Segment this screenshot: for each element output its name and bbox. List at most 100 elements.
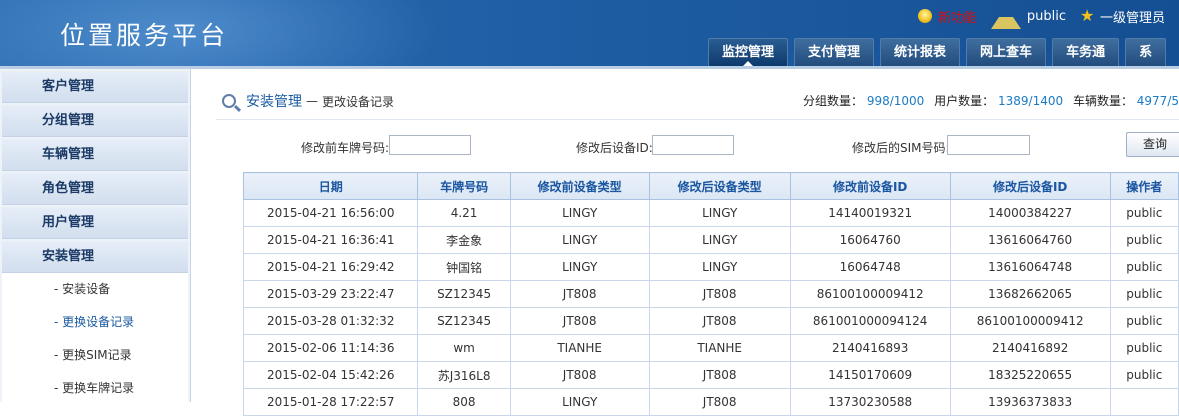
- main-nav-tabs: 监控管理 支付管理 统计报表 网上查车 车务通 系: [708, 38, 1172, 66]
- cell-plate: wm: [417, 334, 511, 362]
- query-button[interactable]: 查询: [1126, 132, 1179, 157]
- cell-id-after: 2140416892: [949, 334, 1111, 362]
- cell-date: 2015-03-28 01:32:32: [242, 307, 419, 335]
- cell-date: 2015-01-28 17:22:57: [242, 388, 419, 416]
- column-header-operator[interactable]: 操作者: [1109, 172, 1179, 200]
- new-feature-link[interactable]: 新功能: [917, 7, 977, 26]
- username: public: [1026, 8, 1066, 24]
- lightbulb-icon: [917, 9, 932, 23]
- table-row: 2015-02-06 11:14:36 wm TIANHE TIANHE 214…: [242, 334, 1179, 362]
- cell-id-after: 86100100009412: [949, 307, 1111, 335]
- new-feature-label: 新功能: [937, 10, 977, 26]
- group-count-label: 分组数量：: [802, 94, 863, 108]
- tab-vehicle-service[interactable]: 车务通: [1052, 38, 1120, 66]
- tab-reports[interactable]: 统计报表: [880, 38, 961, 66]
- table-row: 2015-04-21 16:29:42 钟国铭 LINGY LINGY 1606…: [242, 253, 1179, 281]
- cell-operator: [1109, 388, 1179, 416]
- cell-date: 2015-03-29 23:22:47: [242, 280, 419, 308]
- cell-id-after: 14000384227: [949, 199, 1111, 227]
- cell-operator: public: [1109, 199, 1179, 227]
- cell-plate: 苏J316L8: [417, 361, 511, 389]
- sidebar-item-roles[interactable]: 角色管理: [2, 173, 188, 205]
- sidebar-item-vehicles[interactable]: 车辆管理: [2, 139, 188, 171]
- plate-before-input[interactable]: [389, 135, 471, 155]
- sidebar-item-customers[interactable]: 客户管理: [2, 71, 188, 103]
- cell-type-before: LINGY: [509, 253, 650, 281]
- column-header-id-before[interactable]: 修改前设备ID: [789, 172, 951, 200]
- column-header-date[interactable]: 日期: [242, 172, 419, 200]
- table-row: 2015-04-21 16:56:00 4.21 LINGY LINGY 141…: [242, 199, 1179, 227]
- column-header-type-before[interactable]: 修改前设备类型: [509, 172, 650, 200]
- cell-operator: public: [1109, 253, 1179, 281]
- breadcrumb-separator: —: [306, 94, 318, 108]
- breadcrumb: 安装管理 — 更改设备记录: [216, 90, 394, 112]
- cell-type-before: JT808: [509, 280, 650, 308]
- device-change-table: 日期 车牌号码 修改前设备类型 修改后设备类型 修改前设备ID 修改后设备ID …: [242, 172, 1179, 416]
- device-after-label: 修改后设备ID:: [576, 141, 653, 155]
- table-header-row: 日期 车牌号码 修改前设备类型 修改后设备类型 修改前设备ID 修改后设备ID …: [242, 172, 1179, 200]
- vehicle-count-value: 4977/5: [1136, 94, 1179, 108]
- cell-type-before: LINGY: [509, 388, 650, 416]
- user-count-label: 用户数量：: [934, 94, 995, 108]
- sidebar-subitem-device-change-log[interactable]: - 更换设备记录: [2, 306, 188, 339]
- breadcrumb-section[interactable]: 安装管理: [246, 91, 302, 111]
- cell-plate: SZ12345: [417, 307, 511, 335]
- user-count-value: 1389/1400: [997, 94, 1064, 108]
- cell-id-before: 16064748: [789, 253, 951, 281]
- cell-operator: public: [1109, 226, 1179, 254]
- sidebar-submenu: - 安装设备 - 更换设备记录 - 更换SIM记录 - 更换车牌记录: [2, 273, 188, 405]
- sidebar-subitem-install-device[interactable]: - 安装设备: [2, 273, 188, 306]
- tab-monitor[interactable]: 监控管理: [708, 38, 789, 66]
- tab-online-check[interactable]: 网上查车: [966, 38, 1047, 66]
- role-info: ★ 一级管理员: [1080, 7, 1165, 26]
- sidebar-item-users[interactable]: 用户管理: [2, 207, 188, 239]
- group-count-value: 998/1000: [866, 94, 925, 108]
- sidebar-subitem-plate-change-log[interactable]: - 更换车牌记录: [2, 372, 188, 405]
- column-header-type-after[interactable]: 修改后设备类型: [648, 172, 791, 200]
- user-info[interactable]: public: [990, 3, 1066, 29]
- cell-id-before: 16064760: [789, 226, 951, 254]
- sidebar-item-groups[interactable]: 分组管理: [2, 105, 188, 137]
- sidebar-item-installation[interactable]: 安装管理: [2, 241, 188, 273]
- cell-type-before: LINGY: [509, 199, 650, 227]
- cell-operator: public: [1109, 307, 1179, 335]
- cell-type-before: LINGY: [509, 226, 650, 254]
- sim-after-label: 修改后的SIM号码:: [852, 141, 950, 155]
- cell-id-before: 86100100009412: [789, 280, 951, 308]
- cell-type-after: LINGY: [648, 253, 791, 281]
- cell-date: 2015-04-21 16:36:41: [242, 226, 419, 254]
- cell-id-before: 861001000094124: [789, 307, 951, 335]
- cell-type-after: LINGY: [648, 199, 791, 227]
- cell-type-after: JT808: [648, 361, 791, 389]
- cell-type-after: JT808: [648, 388, 791, 416]
- cell-id-before: 13730230588: [789, 388, 951, 416]
- cell-id-after: 13616064760: [949, 226, 1111, 254]
- plate-before-label: 修改前车牌号码:: [301, 141, 390, 155]
- quota-stats: 分组数量： 998/1000 用户数量： 1389/1400 车辆数量： 497…: [803, 92, 1179, 109]
- divider: [216, 119, 1179, 120]
- star-icon: ★: [1079, 6, 1095, 25]
- cell-date: 2015-04-21 16:56:00: [242, 199, 419, 227]
- cell-id-before: 14140019321: [789, 199, 951, 227]
- cell-plate: 李金象: [417, 226, 511, 254]
- column-header-plate[interactable]: 车牌号码: [417, 172, 511, 200]
- column-header-id-after[interactable]: 修改后设备ID: [949, 172, 1111, 200]
- magnifier-icon: [222, 94, 236, 108]
- sidebar-subitem-sim-change-log[interactable]: - 更换SIM记录: [2, 339, 188, 372]
- page-title: 更改设备记录: [322, 94, 395, 109]
- sim-after-input[interactable]: [947, 135, 1030, 155]
- cell-type-after: JT808: [648, 280, 791, 308]
- tab-system[interactable]: 系: [1125, 38, 1167, 66]
- table-row: 2015-01-28 17:22:57 808 LINGY JT808 1373…: [242, 388, 1179, 416]
- cell-type-before: JT808: [509, 361, 650, 389]
- top-toolbar: 新功能 public ★ 一级管理员: [917, 3, 1179, 29]
- cell-plate: SZ12345: [417, 280, 511, 308]
- cell-id-before: 14150170609: [789, 361, 951, 389]
- cell-date: 2015-02-06 11:14:36: [242, 334, 419, 362]
- cell-type-after: JT808: [648, 307, 791, 335]
- table-row: 2015-04-21 16:36:41 李金象 LINGY LINGY 1606…: [242, 226, 1179, 254]
- table-row: 2015-02-04 15:42:26 苏J316L8 JT808 JT808 …: [242, 361, 1179, 389]
- tab-payment[interactable]: 支付管理: [794, 38, 875, 66]
- cell-id-after: 13616064748: [949, 253, 1111, 281]
- device-after-input[interactable]: [652, 135, 734, 155]
